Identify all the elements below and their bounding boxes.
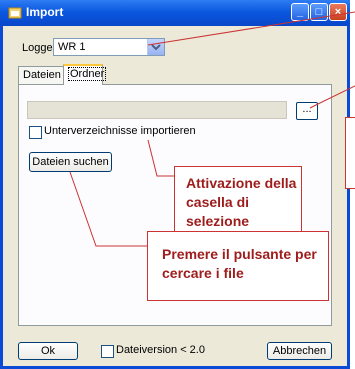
file-version-label[interactable]: Dateiversion < 2.0 [116, 344, 205, 356]
maximize-button[interactable]: □ [310, 3, 328, 21]
file-version-checkbox[interactable] [101, 345, 114, 358]
window-title: Import [26, 5, 64, 19]
app-icon [8, 6, 22, 20]
cancel-button[interactable]: Abbrechen [267, 342, 332, 360]
browse-button[interactable]: ... [296, 102, 318, 120]
tab-dateien[interactable]: Dateien [18, 66, 64, 84]
subdirectories-label[interactable]: Unterverzeichnisse importieren [44, 125, 196, 137]
ok-button[interactable]: Ok [18, 342, 78, 360]
folder-path-input[interactable] [27, 101, 287, 119]
subdirectories-checkbox[interactable] [29, 126, 42, 139]
close-button[interactable]: × [329, 3, 347, 21]
tab-ordner-label: Ordner [68, 67, 107, 81]
chevron-down-icon[interactable] [147, 39, 164, 55]
tab-dateien-label: Dateien [23, 69, 61, 81]
tab-ordner[interactable]: Ordner [63, 64, 107, 85]
callout-checkbox-activation: Attivazione della casella di selezione [174, 166, 302, 236]
callout-browse-partial [345, 117, 355, 189]
title-bar[interactable]: Import _ □ × [0, 0, 350, 26]
minimize-button[interactable]: _ [291, 3, 309, 21]
search-files-button[interactable]: Dateien suchen [29, 152, 112, 172]
logger-select[interactable]: WR 1 [53, 38, 165, 56]
logger-value: WR 1 [58, 41, 86, 53]
callout-search-button: Premere il pulsante per cercare i file [147, 231, 329, 301]
